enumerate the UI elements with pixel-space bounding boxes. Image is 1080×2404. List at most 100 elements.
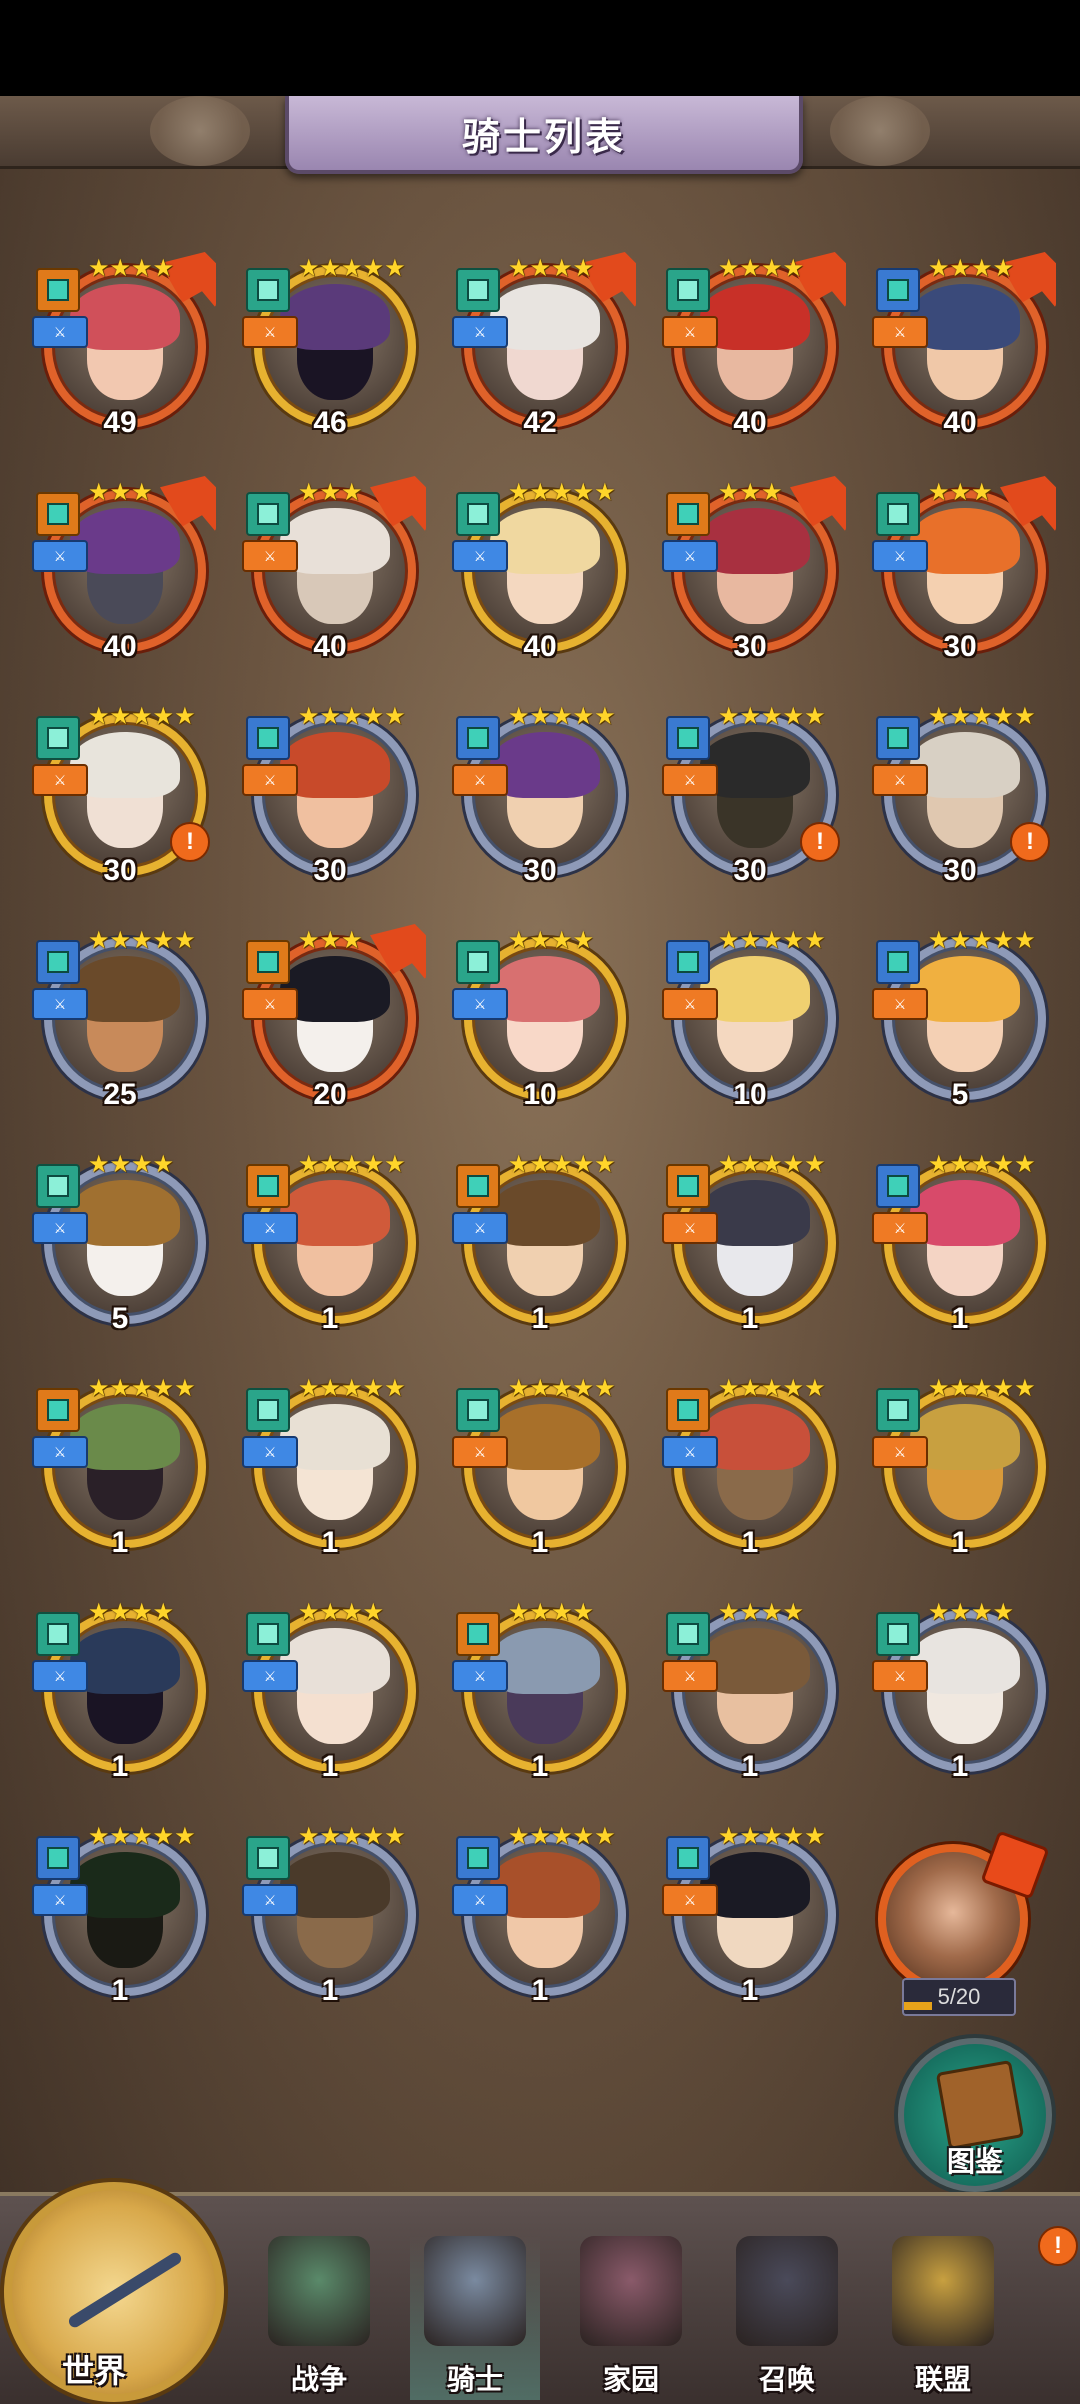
knight-card[interactable]: ★ ★ ★ ⚔ 30 xyxy=(660,476,846,670)
catalog-button[interactable]: 图鉴 xyxy=(898,2038,1052,2192)
star-icon: ★ xyxy=(761,1375,783,1402)
knight-card[interactable]: ★ ★ ★ ★ ★ ⚔ 1 xyxy=(660,1824,840,2014)
class-badge-icon: ⚔ xyxy=(872,1212,928,1244)
star-icon: ★ xyxy=(508,1823,530,1850)
star-icon: ★ xyxy=(718,1823,740,1850)
star-icon: ★ xyxy=(508,703,530,730)
knight-level: 1 xyxy=(321,1302,339,1335)
knight-card[interactable]: ★ ★ ★ ★ ★ ⚔ 1 xyxy=(240,1376,420,1566)
nav-item[interactable]: 家园 xyxy=(566,2236,696,2400)
knight-card[interactable]: ★ ★ ★ ★ ★ ⚔ 1 xyxy=(660,1376,840,1566)
knight-card[interactable]: ★ ★ ★ ★ ★ ⚔ 1 xyxy=(450,1824,630,2014)
formation-badge-icon xyxy=(666,1388,710,1432)
star-icon: ★ xyxy=(88,1599,110,1626)
star-rating: ★ ★ ★ xyxy=(88,480,153,506)
knight-card[interactable]: ★ ★ ★ ★ ★ ⚔ 1 xyxy=(30,1376,210,1566)
star-icon: ★ xyxy=(572,703,595,730)
nav-item[interactable]: 骑士 xyxy=(410,2236,540,2400)
star-icon: ★ xyxy=(88,479,110,506)
formation-badge-icon xyxy=(876,716,920,760)
knight-card[interactable]: ★ ★ ★ ★ ⚔ 10 xyxy=(450,928,630,1118)
knight-level: 30 xyxy=(733,630,767,663)
star-icon: ★ xyxy=(88,1375,110,1402)
star-icon: ★ xyxy=(739,255,762,282)
star-icon: ★ xyxy=(971,479,993,506)
knight-card[interactable]: ★ ★ ★ ★ ★ ⚔ 30 xyxy=(240,704,420,894)
knight-level: 30 xyxy=(313,854,347,887)
knight-card[interactable]: ★ ★ ★ ★ ★ ⚔ 30! xyxy=(660,704,840,894)
knight-card[interactable]: ★ ★ ★ ★ ★ ⚔ 40 xyxy=(450,480,630,670)
class-badge-icon: ⚔ xyxy=(662,1212,718,1244)
knight-card[interactable]: ★ ★ ★ ⚔ 40 xyxy=(30,476,216,670)
formation-badge-icon xyxy=(246,492,290,536)
knight-card[interactable]: ★ ★ ★ ★ ★ ⚔ 1 xyxy=(450,1152,630,1342)
star-icon: ★ xyxy=(384,1823,406,1850)
knight-card[interactable]: ★ ★ ★ ★ ★ ⚔ 1 xyxy=(30,1824,210,2014)
star-rating: ★ ★ ★ ★ xyxy=(508,928,594,954)
class-badge-icon: ⚔ xyxy=(32,1212,88,1244)
star-rating: ★ ★ ★ ★ ★ xyxy=(718,1824,826,1850)
star-icon: ★ xyxy=(384,1375,406,1402)
knight-card[interactable]: ★ ★ ★ ★ ★ ⚔ 1 xyxy=(870,1376,1050,1566)
nav-world-button[interactable]: 世界 xyxy=(0,2178,236,2402)
knight-card[interactable]: ★ ★ ★ ★ ★ ⚔ 1 xyxy=(240,1152,420,1342)
nav-item-label: 战争 xyxy=(290,2364,347,2395)
star-icon: ★ xyxy=(131,927,153,954)
star-icon: ★ xyxy=(298,703,320,730)
knight-card[interactable]: ★ ★ ★ ★ ★ ⚔ 10 xyxy=(660,928,840,1118)
knight-card[interactable]: ★ ★ ★ ★ ⚔ 5 xyxy=(30,1152,210,1342)
knight-card[interactable]: ★ ★ ★ ★ ★ ⚔ 5 xyxy=(870,928,1050,1118)
knight-card[interactable]: ★ ★ ★ ★ ⚔ 1 xyxy=(30,1600,210,1790)
knight-card[interactable]: ★ ★ ★ ★ ★ ⚔ 25 xyxy=(30,928,210,1118)
knight-card[interactable]: ★ ★ ★ ★ ⚔ 1 xyxy=(870,1600,1050,1790)
formation-badge-icon xyxy=(246,1612,290,1656)
star-rating: ★ ★ ★ ★ ★ xyxy=(508,1376,616,1402)
nav-alert-badge: ! xyxy=(1038,2226,1078,2266)
star-icon: ★ xyxy=(529,1375,552,1402)
star-icon: ★ xyxy=(341,1375,363,1402)
knight-level: 46 xyxy=(313,406,347,439)
knight-card[interactable]: ★ ★ ★ ⚔ 30 xyxy=(870,476,1056,670)
knight-card[interactable]: ★ ★ ★ ★ ★ ⚔ 1 xyxy=(450,1376,630,1566)
star-rating: ★ ★ ★ xyxy=(298,928,363,954)
knight-fragment-card[interactable]: 5/20 xyxy=(872,1830,1052,2038)
formation-badge-icon xyxy=(876,268,920,312)
knight-card[interactable]: ★ ★ ★ ★ ⚔ 40 xyxy=(870,252,1056,446)
knight-card[interactable]: ★ ★ ★ ★ ★ ⚔ 46 xyxy=(240,256,420,446)
star-icon: ★ xyxy=(739,703,762,730)
star-rating: ★ ★ ★ xyxy=(718,480,783,506)
knight-card[interactable]: ★ ★ ★ ★ ★ ⚔ 1 xyxy=(870,1152,1050,1342)
knight-card[interactable]: ★ ★ ★ ★ ⚔ 1 xyxy=(660,1600,840,1790)
formation-badge-icon xyxy=(666,716,710,760)
knight-card[interactable]: ★ ★ ★ ★ ⚔ 1 xyxy=(240,1600,420,1790)
star-rating: ★ ★ ★ ★ ★ xyxy=(88,1824,196,1850)
star-icon: ★ xyxy=(992,1599,1015,1626)
star-icon: ★ xyxy=(928,927,950,954)
star-icon: ★ xyxy=(152,927,175,954)
knight-card[interactable]: ★ ★ ★ ★ ⚔ 40 xyxy=(660,252,846,446)
knight-level: 1 xyxy=(111,1526,129,1559)
knight-grid: ★ ★ ★ ★ ⚔ 49 ★ ★ ★ ★ ★ ⚔ 46 ★ ★ ★ ★ ⚔ 42 ★ ★ ★ ★ ⚔ 40 ★ ★ ★ ★ ⚔ 40 ★ ★ ★ ⚔… xyxy=(0,0,1080,2400)
knight-card[interactable]: ★ ★ ★ ⚔ 40 xyxy=(240,476,426,670)
knight-card[interactable]: ★ ★ ★ ★ ⚔ 49 xyxy=(30,252,216,446)
star-icon: ★ xyxy=(594,1375,616,1402)
knight-card[interactable]: ★ ★ ★ ★ ★ ⚔ 30! xyxy=(30,704,210,894)
knight-card[interactable]: ★ ★ ★ ★ ⚔ 1 xyxy=(450,1600,630,1790)
star-icon: ★ xyxy=(341,255,363,282)
knight-card[interactable]: ★ ★ ★ ★ ⚔ 42 xyxy=(450,252,636,446)
knight-card[interactable]: ★ ★ ★ ★ ★ ⚔ 30 xyxy=(450,704,630,894)
star-rating: ★ ★ ★ ★ ★ xyxy=(928,1376,1036,1402)
knight-card[interactable]: ★ ★ ★ ⚔ 20 xyxy=(240,924,426,1118)
class-badge-icon: ⚔ xyxy=(872,988,928,1020)
nav-item[interactable]: 联盟 xyxy=(878,2236,1008,2400)
knight-card[interactable]: ★ ★ ★ ★ ★ ⚔ 1 xyxy=(660,1152,840,1342)
star-icon: ★ xyxy=(529,1823,552,1850)
class-badge-icon: ⚔ xyxy=(32,1436,88,1468)
star-icon: ★ xyxy=(384,1151,406,1178)
nav-item[interactable]: 召唤 xyxy=(722,2236,852,2400)
nav-item[interactable]: 战争 xyxy=(254,2236,384,2400)
star-icon: ★ xyxy=(782,1375,805,1402)
knight-card[interactable]: ★ ★ ★ ★ ★ ⚔ 1 xyxy=(240,1824,420,2014)
knight-card[interactable]: ★ ★ ★ ★ ★ ⚔ 30! xyxy=(870,704,1050,894)
star-icon: ★ xyxy=(572,1151,595,1178)
